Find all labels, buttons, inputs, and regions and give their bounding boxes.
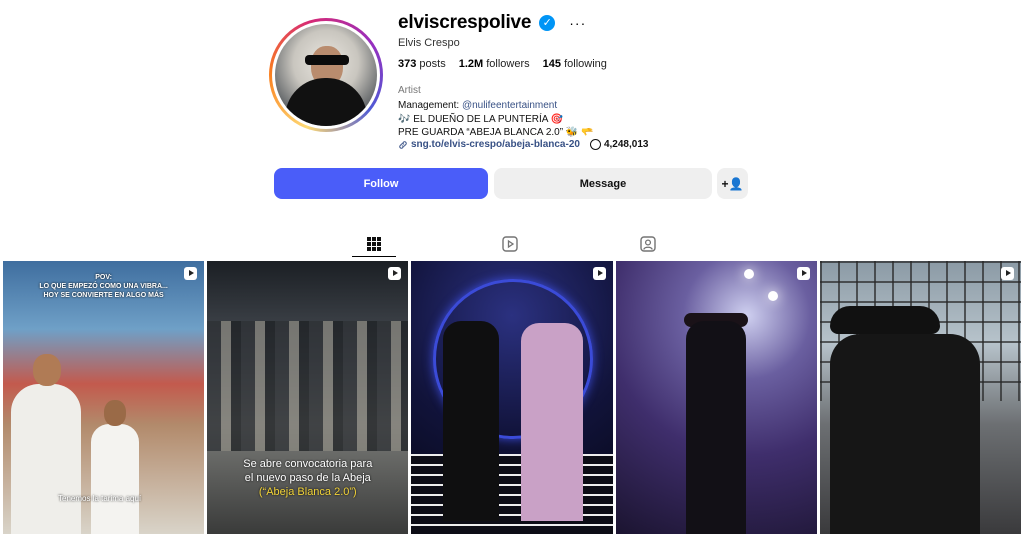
- suggest-accounts-button[interactable]: +👤: [717, 168, 748, 199]
- avatar-sunglasses: [305, 55, 349, 65]
- profile-tabs: [0, 234, 1024, 257]
- bio-line-3: PRE GUARDA “ABEJA BLANCA 2.0” 🐝 🫳: [398, 127, 594, 138]
- post-overlay-line: POV:: [95, 274, 112, 281]
- reel-badge-icon: [592, 267, 606, 280]
- bio-management-line: Management: @nulifeentertainment: [398, 99, 594, 113]
- reel-badge-icon: [184, 267, 198, 280]
- username-row: elviscrespolive ✓ ···: [398, 12, 586, 34]
- posts-label: posts: [419, 58, 446, 70]
- link-icon: [399, 140, 407, 149]
- posts-count: 373: [398, 58, 417, 70]
- reel-badge-icon: [388, 267, 402, 280]
- post-person: [91, 424, 139, 534]
- post-overlay-line: HOY SE CONVIERTE EN ALGO MÁS: [43, 292, 164, 299]
- verified-badge-icon: ✓: [539, 15, 556, 31]
- following-stat[interactable]: 145 following: [543, 58, 607, 70]
- post-caption: Se abre convocatoria para el nuevo paso …: [207, 457, 408, 499]
- external-link[interactable]: sng.to/elvis-crespo/abeja-blanca-20: [398, 139, 580, 150]
- follow-button[interactable]: Follow: [274, 168, 488, 199]
- reels-icon: [502, 236, 518, 252]
- profile-avatar[interactable]: [269, 18, 383, 132]
- following-label: following: [564, 58, 607, 70]
- following-count: 145: [542, 58, 562, 70]
- bio-management-prefix: Management:: [398, 100, 460, 111]
- post-person: [829, 334, 980, 534]
- post-caption-line: Se abre convocatoria para: [243, 458, 373, 470]
- grid-icon: [367, 237, 381, 251]
- followers-stat[interactable]: 1.2M followers: [459, 58, 530, 70]
- bio-management-mention[interactable]: @nulifeentertainment: [462, 100, 557, 111]
- avatar-image: [275, 24, 377, 126]
- more-options-icon[interactable]: ···: [569, 15, 586, 31]
- post-person: [685, 321, 746, 534]
- post-caption-line: el nuevo paso de la Abeja: [244, 472, 371, 484]
- reel-badge-icon: [796, 267, 810, 280]
- followers-label: followers: [486, 58, 530, 70]
- post-tile[interactable]: POV: LO QUE EMPEZÓ COMO UNA VIBRA... HOY…: [3, 261, 205, 534]
- bio-line-2: 🎶 EL DUEÑO DE LA PUNTERÍA 🎯: [398, 113, 564, 125]
- post-overlay-text: POV: LO QUE EMPEZÓ COMO UNA VIBRA... HOY…: [3, 273, 204, 300]
- reel-badge-icon: [1001, 267, 1015, 280]
- active-tab-indicator: [352, 256, 396, 257]
- message-button[interactable]: Message: [494, 168, 712, 199]
- post-person-head: [104, 400, 126, 426]
- profile-category: Artist: [398, 85, 421, 96]
- threads-count: 4,248,013: [603, 139, 649, 150]
- post-person-head: [33, 354, 61, 386]
- followers-count: 1.2M: [458, 58, 484, 70]
- avatar-border: [272, 21, 380, 129]
- posts-grid: POV: LO QUE EMPEZÓ COMO UNA VIBRA... HOY…: [3, 261, 1022, 534]
- tab-tagged[interactable]: [638, 234, 658, 254]
- post-subtitle: Tenemos la tarima aquí: [58, 494, 142, 503]
- threads-icon: [589, 139, 601, 150]
- post-person: [11, 384, 81, 534]
- external-link-text: sng.to/elvis-crespo/abeja-blanca-20: [411, 139, 580, 150]
- tagged-icon: [640, 236, 656, 252]
- profile-stats: 373 posts 1.2M followers 145 following: [398, 58, 607, 70]
- stage-light: [743, 269, 754, 279]
- tab-posts[interactable]: [364, 234, 384, 254]
- post-tile[interactable]: Se abre convocatoria para el nuevo paso …: [207, 261, 409, 534]
- profile-bio: Management: @nulifeentertainment 🎶 EL DU…: [398, 99, 594, 140]
- person-hat: [829, 306, 940, 334]
- posts-stat: 373 posts: [398, 58, 446, 70]
- post-tile[interactable]: [411, 261, 613, 534]
- post-person: [521, 323, 584, 521]
- post-person: [443, 321, 500, 521]
- stage-light: [767, 291, 778, 301]
- post-crowd-image: [207, 321, 409, 451]
- avatar-jacket: [285, 78, 367, 126]
- post-overlay-line: LO QUE EMPEZÓ COMO UNA VIBRA...: [39, 283, 168, 290]
- post-tile[interactable]: [819, 261, 1022, 534]
- post-tile[interactable]: [615, 261, 817, 534]
- post-caption-highlight: (“Abeja Blanca 2.0”): [258, 486, 357, 498]
- profile-username: elviscrespolive: [398, 12, 532, 33]
- profile-link-row: sng.to/elvis-crespo/abeja-blanca-20 4,24…: [398, 139, 648, 150]
- add-person-icon: +👤: [721, 176, 744, 191]
- tab-reels[interactable]: [500, 234, 520, 254]
- profile-full-name: Elvis Crespo: [398, 37, 460, 49]
- threads-badge[interactable]: 4,248,013: [589, 139, 649, 150]
